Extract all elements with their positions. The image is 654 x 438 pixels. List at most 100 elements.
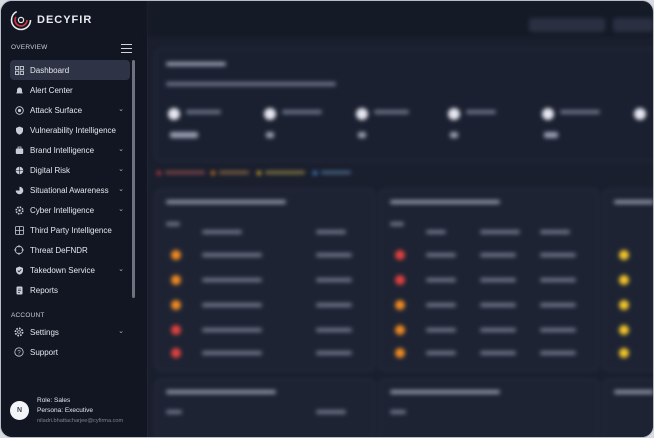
- cell-text: [480, 328, 516, 332]
- sidebar-item-attack-surface[interactable]: Attack Surface ⌄: [10, 100, 130, 120]
- cell-text: [540, 303, 576, 307]
- sidebar-nav: Dashboard Alert Center Attack Surface ⌄: [10, 60, 130, 300]
- overview-section-label: OVERVIEW: [11, 44, 48, 51]
- severity-dot: [619, 348, 629, 358]
- metric-icon: [264, 108, 276, 120]
- cell-text: [316, 253, 352, 257]
- sidebar-item-reports[interactable]: Reports: [10, 280, 130, 300]
- metric-value: [266, 132, 274, 138]
- column-header: [390, 410, 406, 414]
- help-icon: ?: [14, 347, 24, 357]
- sidebar-scrollbar[interactable]: [132, 60, 135, 298]
- metric-value: [544, 132, 558, 138]
- sidebar-item-alert-center[interactable]: Alert Center: [10, 80, 130, 100]
- grid-icon: [14, 225, 24, 235]
- metric-icon: [168, 108, 180, 120]
- sidebar-item-label: Situational Awareness: [30, 185, 109, 195]
- user-persona: Persona: Executive: [37, 407, 94, 414]
- sidebar-item-third-party-intelligence[interactable]: Third Party Intelligence: [10, 220, 130, 240]
- cell-text: [426, 303, 456, 307]
- cell-text: [426, 278, 456, 282]
- severity-dot: [171, 300, 181, 310]
- legend-label: [219, 171, 249, 174]
- metric-label: [560, 110, 600, 114]
- cell-text: [202, 303, 262, 307]
- cell-text: [316, 351, 352, 355]
- severity-dot: [619, 250, 629, 260]
- card-title: [390, 200, 500, 204]
- settings-icon: [14, 327, 24, 337]
- sidebar-item-support[interactable]: ? Support: [10, 342, 130, 362]
- metric-icon: [542, 108, 554, 120]
- sidebar-item-settings[interactable]: Settings ⌄: [10, 322, 130, 342]
- panel-subtitle: [166, 82, 336, 86]
- metric-label: [466, 110, 496, 114]
- sidebar-item-dashboard[interactable]: Dashboard: [10, 60, 130, 80]
- sidebar-item-label: Dashboard: [30, 65, 70, 75]
- severity-dot: [171, 250, 181, 260]
- cell-text: [540, 253, 576, 257]
- column-header: [426, 230, 446, 234]
- sidebar-item-label: Takedown Service: [30, 265, 95, 275]
- sidebar-item-label: Threat DeFNDR: [30, 245, 88, 255]
- sidebar-item-label: Cyber Intelligence: [30, 205, 95, 215]
- chevron-down-icon: ⌄: [118, 166, 124, 173]
- metric-icon: [448, 108, 460, 120]
- cell-text: [316, 328, 352, 332]
- sidebar-item-takedown-service[interactable]: Takedown Service ⌄: [10, 260, 130, 280]
- cell-text: [202, 253, 262, 257]
- sidebar-item-brand-intelligence[interactable]: Brand Intelligence ⌄: [10, 140, 130, 160]
- sidebar-item-label: Attack Surface: [30, 105, 83, 115]
- metric-value: [358, 132, 366, 138]
- shield-icon: [14, 125, 24, 135]
- sidebar-item-label: Reports: [30, 285, 59, 295]
- sidebar-item-label: Vulnerability Intelligence: [30, 125, 116, 135]
- menu-toggle-icon[interactable]: [121, 44, 132, 53]
- column-header: [166, 222, 180, 226]
- sidebar-item-situational-awareness[interactable]: Situational Awareness ⌄: [10, 180, 130, 200]
- cell-text: [426, 328, 456, 332]
- sidebar-item-label: Digital Risk: [30, 165, 71, 175]
- user-profile[interactable]: N Role: Sales Persona: Executive niladri…: [10, 397, 144, 431]
- cell-text: [316, 303, 352, 307]
- vulnerabilities-card: [379, 379, 599, 437]
- account-section-label: ACCOUNT: [11, 312, 45, 319]
- cell-text: [480, 253, 516, 257]
- executive-view-panel: [155, 49, 653, 161]
- avatar: N: [10, 401, 29, 420]
- cell-text: [316, 278, 352, 282]
- legend-critical: [157, 171, 161, 175]
- globe-icon: [14, 165, 24, 175]
- sidebar-item-label: Alert Center: [30, 85, 73, 95]
- cell-text: [202, 351, 262, 355]
- bell-icon: [14, 85, 24, 95]
- campaign-card: [379, 189, 599, 371]
- severity-dot: [171, 325, 181, 335]
- severity-dot: [619, 300, 629, 310]
- sidebar-item-digital-risk[interactable]: Digital Risk ⌄: [10, 160, 130, 180]
- sidebar-item-label: Brand Intelligence: [30, 145, 95, 155]
- briefcase-icon: [14, 145, 24, 155]
- org-selector[interactable]: [529, 18, 605, 32]
- card-title: [390, 390, 500, 394]
- chevron-down-icon: ⌄: [118, 146, 124, 153]
- user-role: Role: Sales: [37, 397, 71, 404]
- sidebar-item-threat-defndr[interactable]: Threat DeFNDR: [10, 240, 130, 260]
- sidebar-item-label: Support: [30, 347, 59, 357]
- sidebar-item-cyber-intelligence[interactable]: Cyber Intelligence ⌄: [10, 200, 130, 220]
- legend-high: [211, 171, 215, 175]
- severity-dot: [395, 275, 405, 285]
- cell-text: [540, 278, 576, 282]
- brand-logo[interactable]: DECYFIR: [10, 9, 140, 31]
- sidebar-item-vulnerability-intelligence[interactable]: Vulnerability Intelligence: [10, 120, 130, 140]
- column-header: [316, 230, 346, 234]
- account-nav: Settings ⌄ ? Support: [10, 322, 130, 362]
- chevron-down-icon: ⌄: [118, 206, 124, 213]
- search-button[interactable]: [613, 18, 653, 32]
- severity-dot: [171, 275, 181, 285]
- cell-text: [480, 278, 516, 282]
- legend-medium: [257, 171, 261, 175]
- third-card: [603, 189, 653, 371]
- fourth-card: [603, 379, 653, 437]
- card-title: [166, 390, 276, 394]
